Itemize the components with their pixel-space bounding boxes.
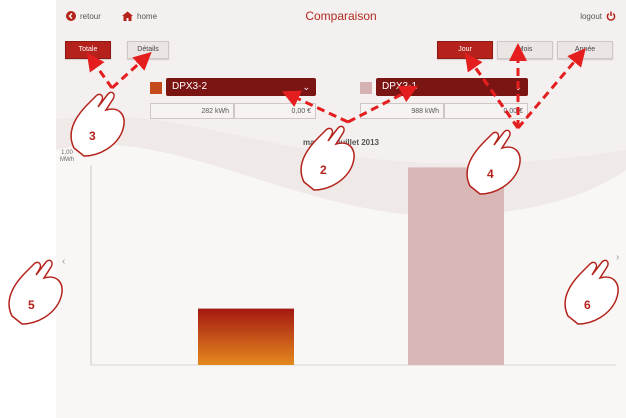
callout-2: 2 xyxy=(300,125,355,191)
arrow-to-series-1-select xyxy=(281,90,349,124)
callout-2-number: 2 xyxy=(320,163,327,177)
callout-5: 5 xyxy=(8,259,63,325)
arrow-tail xyxy=(468,59,520,129)
arrow-to-series-2-select xyxy=(347,85,418,124)
callout-4-number: 4 xyxy=(487,167,494,181)
callout-4: 4 xyxy=(466,129,521,195)
callout-3-number: 3 xyxy=(89,129,96,143)
callout-6: 6 xyxy=(564,259,619,325)
arrow-to-annee xyxy=(516,48,586,129)
arrow-to-details xyxy=(110,51,152,90)
callout-5-number: 5 xyxy=(28,298,35,312)
annotation-arrows xyxy=(86,43,586,129)
callout-6-number: 6 xyxy=(584,298,591,312)
callout-3: 3 xyxy=(70,91,125,157)
annotation-overlay: 2 3 4 5 6 xyxy=(8,43,619,325)
arrow-to-totale xyxy=(86,52,114,89)
